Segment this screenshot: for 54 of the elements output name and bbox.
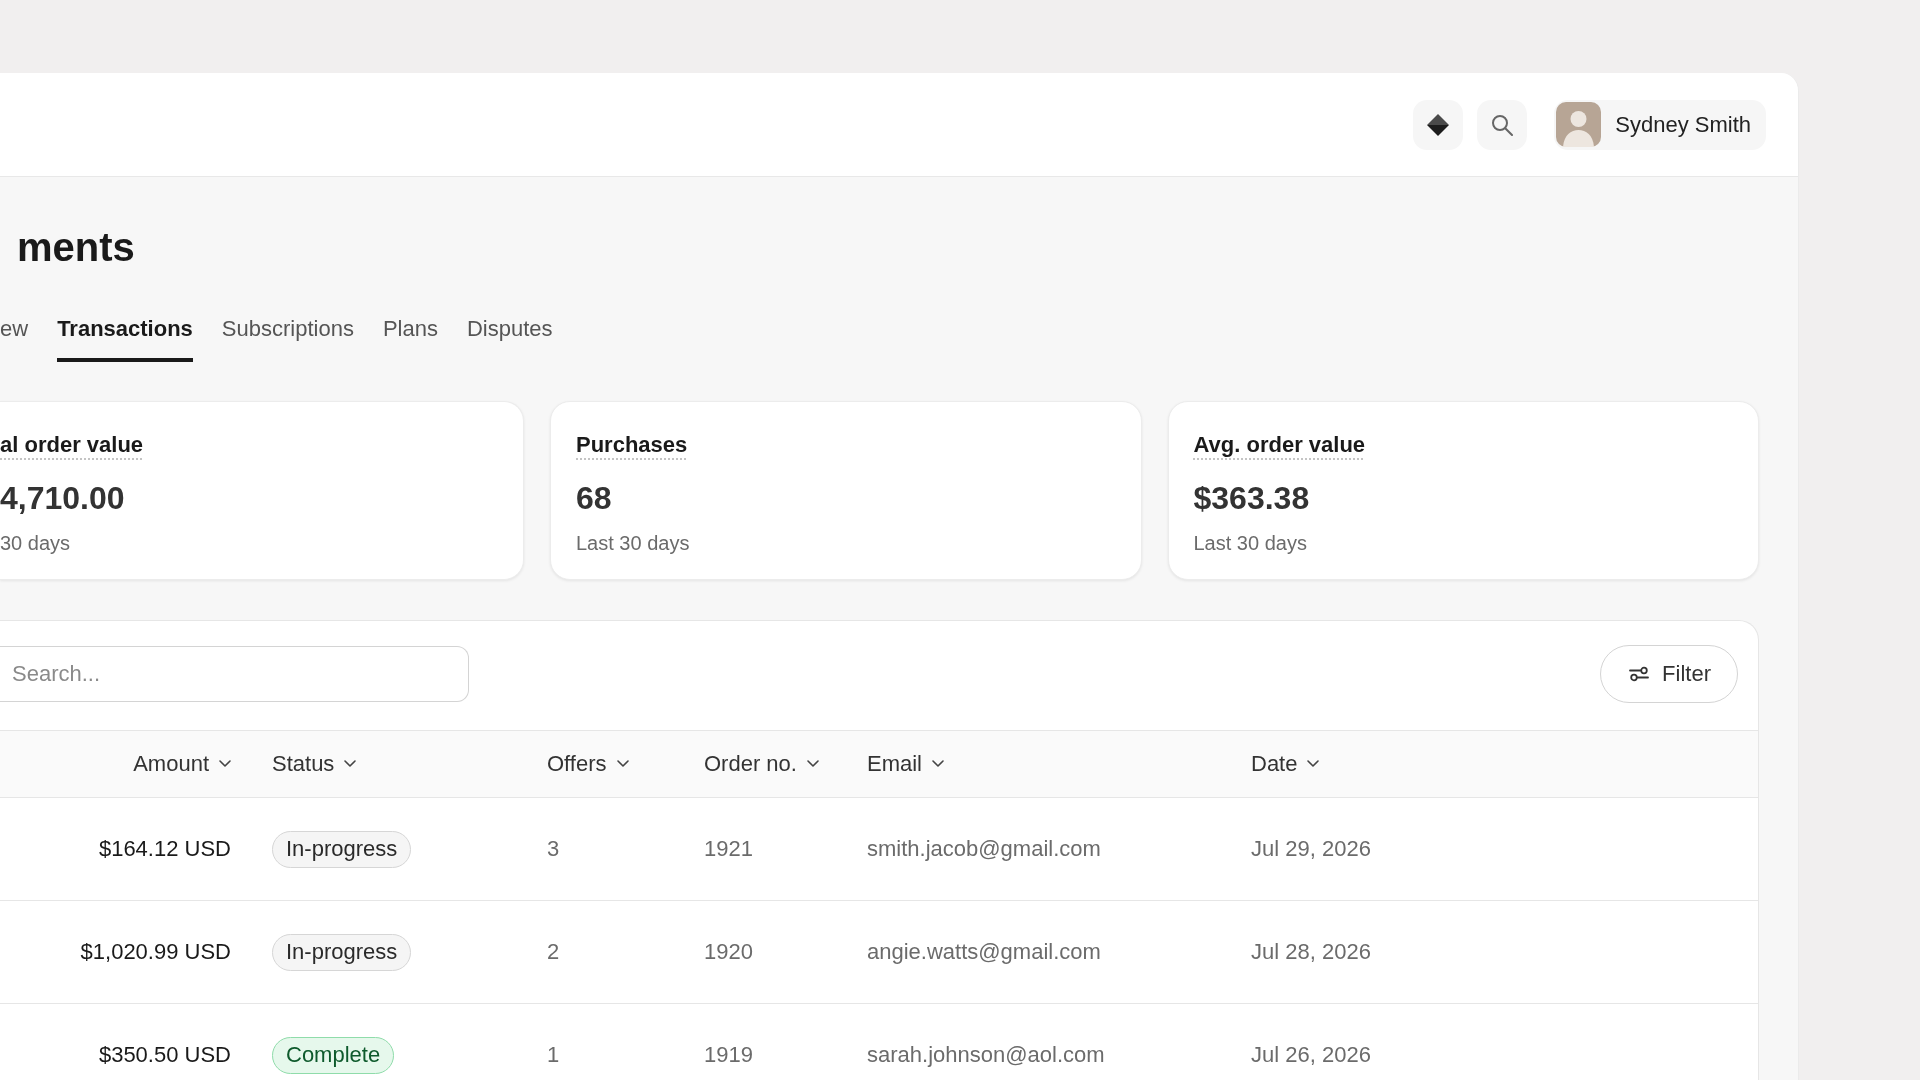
user-menu-button[interactable]: Sydney Smith	[1554, 99, 1766, 150]
status-badge: Complete	[272, 1036, 395, 1074]
table-cell: 1919	[704, 1042, 753, 1068]
column-header[interactable]: Amount	[133, 751, 231, 777]
stat-title: Avg. order value	[1193, 431, 1366, 458]
stat-value: 4,710.00	[0, 479, 125, 517]
stat-period: Last 30 days	[576, 531, 690, 555]
column-header[interactable]: Date	[1251, 751, 1320, 777]
tab[interactable]: Transactions	[57, 316, 193, 362]
search-field[interactable]: Search...	[0, 646, 469, 702]
tab[interactable]: Plans	[382, 316, 438, 362]
stat-title: al order value	[0, 431, 144, 458]
chevron-down-icon	[616, 760, 629, 768]
table-cell: $350.50 USD	[98, 1042, 231, 1068]
table-cell: 1921	[704, 836, 753, 862]
stat-value: $363.38	[1193, 479, 1310, 517]
table-cell: 1920	[704, 939, 753, 965]
table-cell: sarah.johnson@aol.com	[867, 1042, 1105, 1068]
diamond-icon	[1427, 113, 1450, 136]
table-cell: $1,020.99 USD	[80, 939, 231, 965]
search-icon	[1491, 113, 1514, 136]
column-header[interactable]: Order no.	[704, 751, 819, 777]
stat-period: Last 30 days	[1193, 531, 1307, 555]
filter-button[interactable]: Filter	[1600, 645, 1738, 703]
tab[interactable]: ew	[0, 316, 29, 362]
table-cell: smith.jacob@gmail.com	[867, 836, 1101, 862]
sliders-icon	[1629, 666, 1650, 682]
status-badge: In-progress	[272, 933, 412, 971]
status-badge: In-progress	[272, 830, 412, 868]
chevron-down-icon	[219, 760, 231, 768]
chevron-down-icon	[344, 760, 357, 768]
page-title: ments	[16, 224, 136, 271]
column-header[interactable]: Offers	[547, 751, 629, 777]
diamond-button[interactable]	[1413, 99, 1464, 150]
chevron-down-icon	[1307, 760, 1320, 768]
table-cell: 1	[547, 1042, 560, 1068]
column-header[interactable]: Status	[272, 751, 357, 777]
table-cell: angie.watts@gmail.com	[867, 939, 1101, 965]
stat-value: 68	[576, 479, 612, 517]
chevron-down-icon	[806, 760, 819, 768]
tab[interactable]: Subscriptions	[221, 316, 354, 362]
table-cell: 2	[547, 939, 560, 965]
stat-period: 30 days	[0, 531, 71, 555]
stat-title: Purchases	[576, 431, 688, 458]
table-cell: Jul 29, 2026	[1251, 836, 1371, 862]
search-button[interactable]	[1477, 99, 1528, 150]
table-cell: $164.12 USD	[98, 836, 231, 862]
tab[interactable]: Disputes	[466, 316, 553, 362]
table-cell: Jul 26, 2026	[1251, 1042, 1371, 1068]
avatar-icon	[1556, 102, 1602, 147]
chevron-down-icon	[932, 760, 944, 768]
column-header[interactable]: Email	[867, 751, 944, 777]
table-cell: Jul 28, 2026	[1251, 939, 1371, 965]
table-cell: 3	[547, 836, 560, 862]
